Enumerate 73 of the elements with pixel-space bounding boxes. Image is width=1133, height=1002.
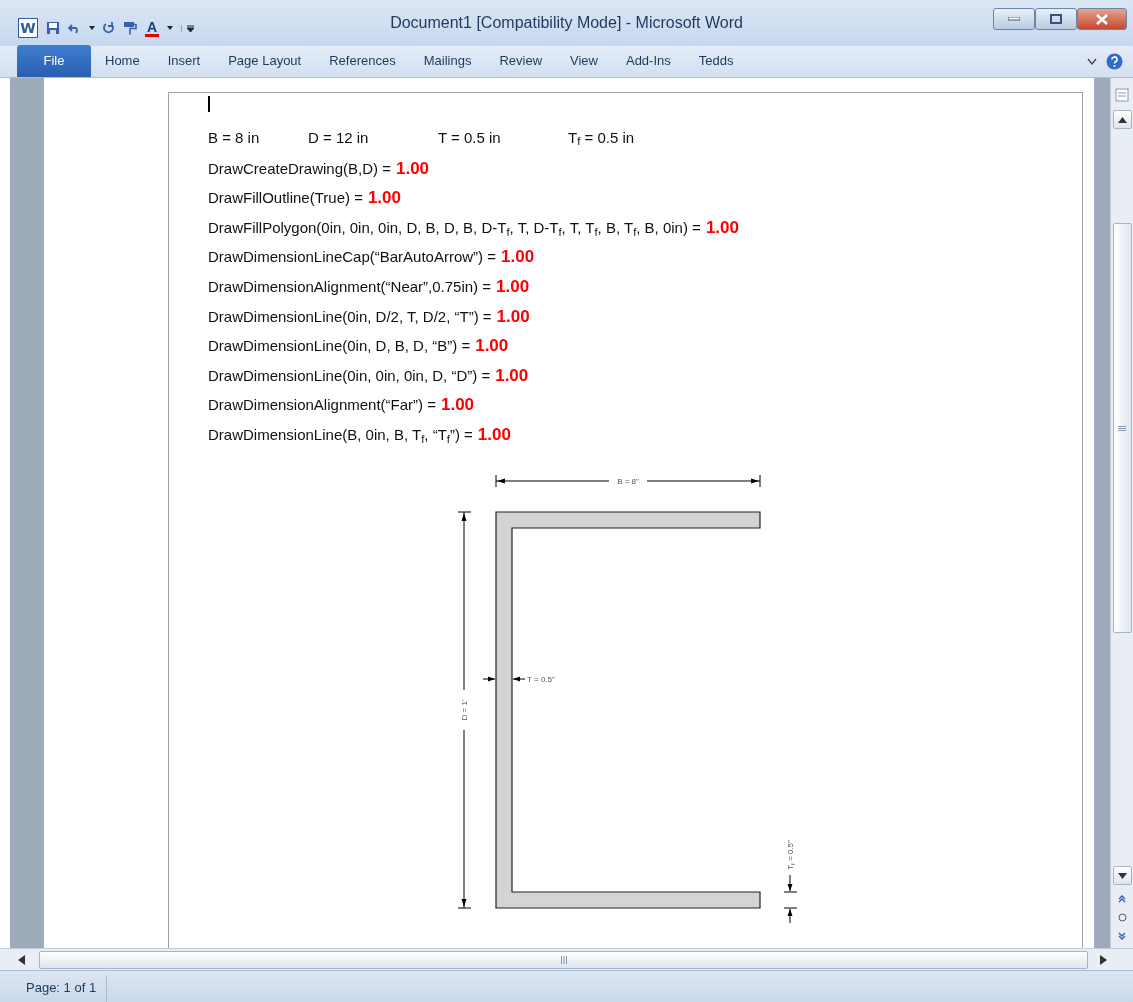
variable-definition: D = 12 in: [308, 127, 370, 148]
ribbon-tab[interactable]: Review: [485, 45, 556, 77]
variable-definition: T = 0.5 in: [438, 127, 502, 148]
undo-icon[interactable]: [68, 22, 81, 34]
function-call: DrawDimensionLine(0in, D/2, T, D/2, “T”) =: [208, 306, 492, 327]
web-dimension-arrows: [482, 676, 526, 682]
close-icon: [1096, 13, 1108, 25]
font-color-button[interactable]: A: [145, 19, 160, 37]
file-tab[interactable]: File: [17, 45, 91, 77]
scroll-left-icon[interactable]: [18, 954, 25, 965]
function-call: DrawDimensionLine(0in, D, B, D, “B”) =: [208, 336, 471, 357]
previous-page-icon[interactable]: [1118, 895, 1126, 903]
ribbon-tab[interactable]: View: [556, 45, 612, 77]
grip-icon: [1118, 425, 1126, 431]
horizontal-scrollbar-thumb[interactable]: [39, 950, 1088, 969]
result-value: 1.00: [496, 306, 530, 327]
result-value: 1.00: [495, 365, 529, 386]
ribbon-tab[interactable]: References: [315, 45, 410, 77]
function-call: DrawDimensionAlignment(“Near”,0.75in) =: [208, 276, 492, 297]
page-count[interactable]: Page: 1 of 1: [16, 975, 108, 1002]
scroll-down-button[interactable]: [1112, 866, 1132, 885]
minimize-button[interactable]: [993, 8, 1035, 30]
scroll-up-button[interactable]: [1112, 110, 1132, 129]
result-value: 1.00: [441, 395, 475, 416]
result-value: 1.00: [395, 158, 430, 179]
maximize-button[interactable]: [1035, 8, 1077, 30]
result-value: 1.00: [477, 424, 511, 445]
depth-dimension-label: D = 1': [459, 699, 469, 721]
width-dimension-label: B = 8": [617, 476, 639, 486]
function-call: DrawDimensionAlignment(“Far”) =: [208, 395, 436, 416]
result-value: 1.00: [705, 217, 739, 238]
function-call: DrawFillOutline(True) =: [208, 188, 363, 209]
save-icon[interactable]: [46, 21, 60, 35]
collapse-ribbon-icon[interactable]: [1087, 58, 1097, 65]
function-call: DrawDimensionLine(0in, 0in, 0in, D, “D”) =: [208, 365, 491, 386]
text-cursor: [208, 96, 210, 112]
ribbon-tab[interactable]: Tedds: [684, 45, 748, 77]
ribbon-tab[interactable]: Add-Ins: [611, 45, 685, 77]
grip-icon: [559, 955, 568, 964]
maximize-icon: [1050, 14, 1062, 24]
app-icon[interactable]: W: [18, 18, 38, 38]
up-arrow-icon: [1117, 116, 1127, 123]
scrollbar-thumb[interactable]: [1112, 223, 1132, 633]
dropdown-arrow-icon[interactable]: [167, 26, 174, 30]
ruler-toggle-icon[interactable]: [1115, 88, 1129, 102]
minimize-icon: [1008, 17, 1020, 21]
result-value: 1.00: [475, 336, 509, 357]
variable-definition: B = 8 in: [208, 127, 261, 148]
result-value: 1.00: [501, 247, 535, 268]
dropdown-arrow-icon[interactable]: [89, 26, 95, 30]
redo-icon[interactable]: [103, 22, 115, 34]
function-call: DrawFillPolygon(0in, 0in, 0in, D, B, D, B, D-T$_{f}$, T, D-T$_{f}$, T, T$_{f}$, B, T$_{f}$, B, 0in) =: [208, 217, 701, 238]
next-page-icon[interactable]: [1118, 932, 1126, 940]
variable-definition: T$_{f}$ = 0.5 in: [568, 127, 636, 149]
result-value: 1.00: [496, 276, 530, 297]
function-call: DrawDimensionLine(B, 0in, B, T$_{f}$, “T$_{f}$”) =: [208, 424, 473, 445]
web-dimension-label: T = 0.5": [527, 674, 555, 684]
window-title: Document1 [Compatibility Mode] - Microsoft Word: [390, 13, 743, 33]
scroll-right-icon[interactable]: [1100, 954, 1107, 965]
browse-object-icon[interactable]: [1117, 913, 1127, 922]
down-arrow-icon: [1117, 872, 1127, 879]
close-button[interactable]: [1077, 8, 1127, 30]
ribbon-tab[interactable]: Mailings: [409, 45, 486, 77]
flange-dimension-arrows: [783, 874, 798, 924]
ribbon-tab[interactable]: Page Layout: [214, 45, 316, 77]
customize-toolbar-icon[interactable]: [181, 24, 195, 32]
format-painter-icon[interactable]: [123, 21, 137, 35]
ribbon-tab[interactable]: Insert: [153, 45, 215, 77]
result-value: 1.00: [367, 188, 401, 209]
function-call: DrawCreateDrawing(B,D) =: [208, 158, 391, 179]
ribbon-tab[interactable]: Home: [91, 45, 154, 77]
help-icon[interactable]: [1106, 53, 1123, 70]
function-call: DrawDimensionLineCap(“BarAutoArrow”) =: [208, 247, 497, 268]
